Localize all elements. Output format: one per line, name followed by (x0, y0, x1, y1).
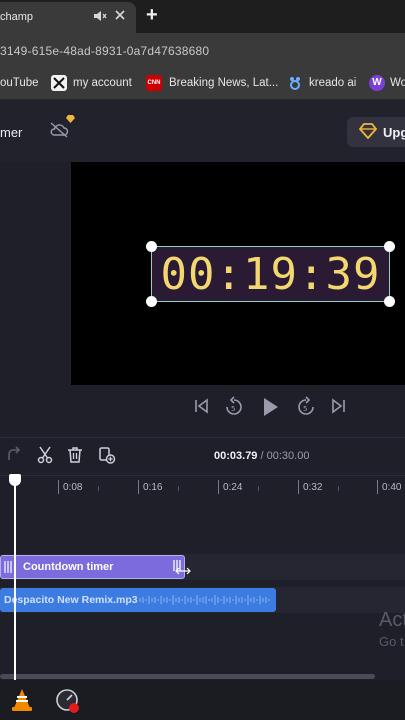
redo-icon[interactable] (6, 446, 22, 469)
timeline-tracks: Countdown timer Despacito New Remix.mp3 … (0, 497, 405, 680)
ruler-tick (138, 480, 139, 494)
timeline-ruler[interactable]: 0:08 0:16 0:24 0:32 0:40 (0, 475, 405, 497)
ruler-tick (377, 480, 378, 494)
editor-header: mer (0, 100, 405, 162)
bookmark-wo[interactable]: Wo (390, 77, 405, 89)
bookmark-youtube[interactable]: ouTube (0, 77, 39, 89)
time-readout: 00:03.79 / 00:30.00 (214, 450, 309, 462)
trash-icon[interactable] (67, 446, 83, 469)
upgrade-label: Upg (383, 125, 405, 140)
resize-handle-top-right[interactable] (384, 241, 395, 252)
ruler-subtick (178, 486, 179, 491)
url-text: 3149-615e-48ad-8931-0a7d47638680 (0, 44, 210, 58)
cloud-off-icon[interactable] (49, 122, 69, 143)
ruler-subtick (338, 486, 339, 491)
ruler-tick (58, 480, 59, 494)
browser-tab[interactable]: champ (0, 2, 136, 33)
speedometer-app-icon[interactable] (55, 688, 81, 719)
cnn-icon: CNN (146, 75, 162, 91)
timer-text: 00:19:39 (160, 249, 381, 300)
ruler-tick (298, 480, 299, 494)
clip-trim-handle-left-icon[interactable] (3, 560, 13, 574)
audio-clip[interactable]: Despacito New Remix.mp3 (0, 588, 276, 612)
ruler-label-0-16: 0:16 (143, 482, 163, 493)
scissors-icon[interactable] (37, 446, 53, 469)
close-tab-icon[interactable] (114, 9, 126, 24)
os-taskbar (0, 680, 405, 720)
address-bar[interactable]: 3149-615e-48ad-8931-0a7d47638680 (0, 33, 405, 69)
timeline-horizontal-scrollbar[interactable] (0, 674, 375, 679)
w-icon: W (369, 75, 385, 91)
ruler-label-0-08: 0:08 (63, 482, 83, 493)
speaker-mute-icon[interactable] (93, 10, 107, 25)
play-icon[interactable] (260, 396, 280, 423)
svg-text:5: 5 (303, 405, 307, 413)
new-tab-button[interactable]: + (146, 4, 158, 27)
resize-cursor-icon[interactable] (172, 559, 194, 575)
playhead-handle[interactable] (9, 474, 21, 486)
total-time: / 00:30.00 (260, 450, 310, 462)
upgrade-button[interactable]: Upg (347, 117, 405, 147)
vlc-icon[interactable] (11, 688, 33, 717)
countdown-clip-label: Countdown timer (23, 561, 114, 573)
project-title[interactable]: mer (0, 125, 22, 140)
ruler-tick (218, 480, 219, 494)
ruler-label-0-24: 0:24 (223, 482, 243, 493)
ruler-label-0-32: 0:32 (303, 482, 323, 493)
activate-windows-subtitle: Go t (379, 634, 404, 649)
ruler-subtick (258, 486, 259, 491)
activate-windows-title: Act (379, 609, 405, 631)
resize-handle-bottom-right[interactable] (384, 296, 395, 307)
bookmarks-bar: ouTube my account CNN Breaking News, Lat… (0, 69, 405, 100)
skip-to-end-icon[interactable] (330, 396, 348, 421)
audio-clip-label: Despacito New Remix.mp3 (4, 594, 138, 606)
browser-tab-bar: champ + (0, 0, 405, 33)
premium-diamond-icon (66, 115, 75, 125)
resize-handle-bottom-left[interactable] (146, 296, 157, 307)
forward-5s-icon[interactable]: 5 (296, 396, 316, 423)
svg-text:5: 5 (231, 405, 235, 413)
bookmark-my-account[interactable]: my account (73, 77, 132, 89)
bookmark-breaking-news[interactable]: Breaking News, Lat... (169, 77, 278, 89)
resize-handle-top-left[interactable] (146, 241, 157, 252)
ruler-label-0-40: 0:40 (382, 482, 402, 493)
video-preview[interactable]: 00:19:39 (71, 162, 405, 385)
ruler-subtick (98, 486, 99, 491)
duplicate-icon[interactable] (98, 446, 116, 469)
bookmark-kreado-ai[interactable]: kreado ai (309, 77, 356, 89)
timeline-toolbar: 00:03.79 / 00:30.00 (0, 437, 405, 475)
tab-title: champ (0, 11, 34, 23)
diamond-icon (358, 123, 378, 144)
kreado-icon (287, 75, 303, 91)
countdown-timer-element[interactable]: 00:19:39 (151, 246, 390, 302)
rewind-5s-icon[interactable]: 5 (224, 396, 244, 423)
playback-controls: 5 5 (190, 396, 350, 420)
current-time: 00:03.79 (214, 450, 258, 462)
x-icon (51, 75, 67, 91)
countdown-timer-clip[interactable]: Countdown timer (0, 555, 191, 579)
skip-to-start-icon[interactable] (192, 396, 210, 421)
